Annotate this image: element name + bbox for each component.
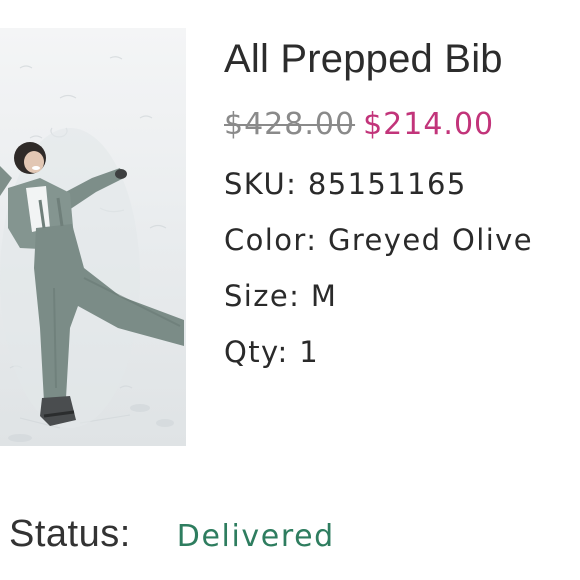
status-badge: Delivered <box>176 519 335 554</box>
product-image[interactable] <box>0 28 186 446</box>
original-price: $428.00 <box>224 107 356 142</box>
order-status: Status: Delivered <box>9 508 335 560</box>
sale-price: $214.00 <box>363 107 495 142</box>
product-details: All Prepped Bib $428.00 $214.00 SKU: 8515… <box>224 30 580 380</box>
sku-line: SKU: 85151165 <box>224 167 467 201</box>
order-item-card: All Prepped Bib $428.00 $214.00 SKU: 8515… <box>0 0 580 580</box>
price-row: $428.00 $214.00 <box>224 102 580 148</box>
status-label: Status: <box>9 513 131 555</box>
size-line: Size: M <box>224 279 338 313</box>
color-line: Color: Greyed Olive <box>224 223 533 257</box>
quantity-line: Qty: 1 <box>224 335 320 369</box>
product-title[interactable]: All Prepped Bib <box>224 30 580 88</box>
product-photo <box>0 28 186 446</box>
